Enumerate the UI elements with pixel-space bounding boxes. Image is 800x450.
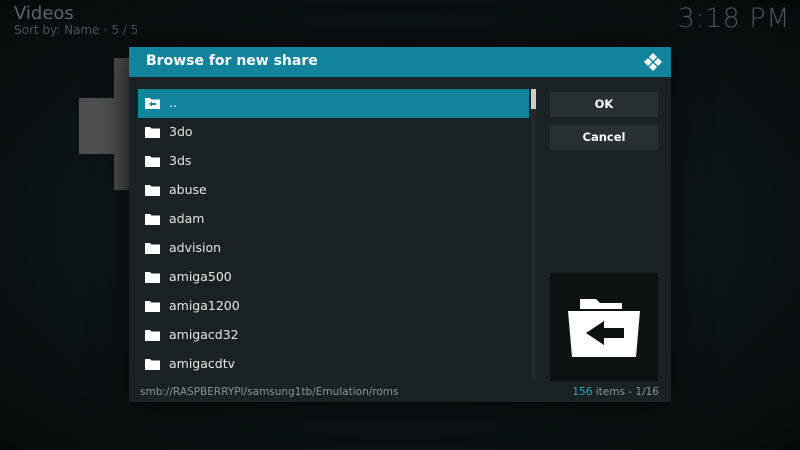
folder-preview-thumbnail <box>550 273 658 381</box>
folder-icon <box>145 359 160 370</box>
list-item-label: advision <box>169 240 222 255</box>
item-count-word: items <box>595 386 625 398</box>
list-item[interactable]: amigacd32 <box>138 321 529 350</box>
folder-icon <box>145 330 160 341</box>
list-scrollbar[interactable] <box>531 89 536 380</box>
list-item-label: amigacd32 <box>169 327 239 342</box>
list-item-parent[interactable]: .. <box>138 89 529 118</box>
browse-dialog: Browse for new share .. 3do 3ds abuse ad… <box>129 47 671 402</box>
sort-label: Sort by: Name <box>14 23 100 37</box>
list-item[interactable]: advision <box>138 234 529 263</box>
kodi-logo-icon <box>644 53 662 71</box>
sort-info: Sort by: Name · 5 / 5 <box>14 23 138 37</box>
sort-separator: · <box>103 23 108 37</box>
file-list[interactable]: .. 3do 3ds abuse adam advision amiga500 <box>138 89 529 380</box>
folder-icon <box>145 243 160 254</box>
list-item-label: amigacdtv <box>169 356 236 371</box>
list-item-label: adam <box>169 211 205 226</box>
list-item[interactable]: amiga1200 <box>138 292 529 321</box>
list-item-label: abuse <box>169 182 207 197</box>
list-item[interactable]: adam <box>138 205 529 234</box>
item-count-number: 156 <box>572 386 593 398</box>
folder-icon <box>145 214 160 225</box>
dialog-title: Browse for new share <box>146 53 318 69</box>
list-item[interactable]: abuse <box>138 176 529 205</box>
folder-icon <box>145 272 160 283</box>
list-item[interactable]: 3do <box>138 118 529 147</box>
list-item-label: 3ds <box>169 153 192 168</box>
page-separator: - <box>628 386 633 398</box>
folder-icon <box>145 301 160 312</box>
scrollbar-thumb[interactable] <box>531 89 536 109</box>
clock: 3:18 PM <box>677 3 790 34</box>
list-item[interactable]: 3ds <box>138 147 529 176</box>
list-item[interactable]: amigacdtv <box>138 350 529 379</box>
list-item[interactable]: amiga500 <box>138 263 529 292</box>
current-path: smb://RASPBERRYPI/samsung1tb/Emulation/r… <box>140 386 399 398</box>
cancel-button[interactable]: Cancel <box>550 125 658 150</box>
folder-icon <box>145 156 160 167</box>
page-indicator: 1/16 <box>635 386 659 398</box>
list-item-label: amiga1200 <box>169 298 240 313</box>
folder-icon <box>145 127 160 138</box>
item-count: 156 items - 1/16 <box>572 386 659 398</box>
folder-icon <box>145 185 160 196</box>
sort-position: 5 / 5 <box>111 23 139 37</box>
list-item-label: 3do <box>169 124 193 139</box>
window-title: Videos <box>14 3 74 24</box>
ok-button[interactable]: OK <box>550 92 658 117</box>
dialog-header: Browse for new share <box>129 47 671 77</box>
list-item-label: .. <box>169 95 177 110</box>
list-item-label: amiga500 <box>169 269 232 284</box>
folder-up-icon <box>145 98 160 109</box>
folder-back-icon <box>568 299 640 357</box>
